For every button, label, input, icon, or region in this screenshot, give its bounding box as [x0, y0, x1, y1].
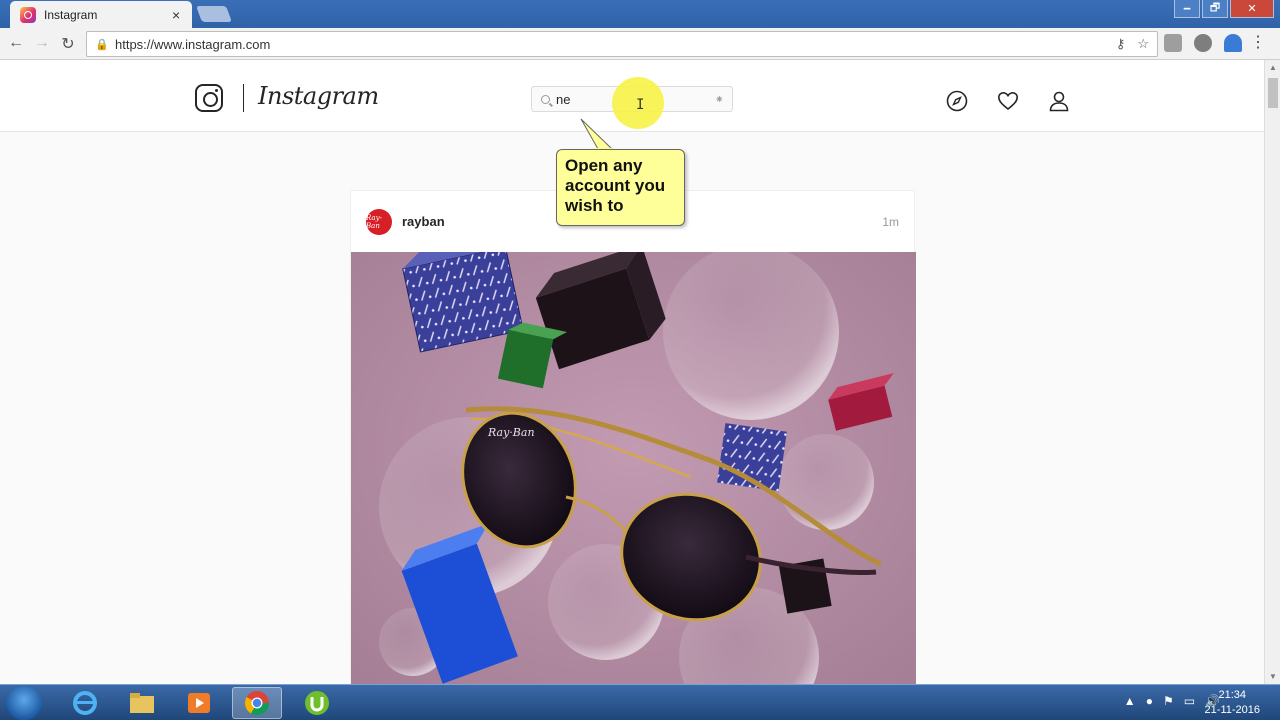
tab-close-icon[interactable]: ×: [172, 7, 180, 23]
system-clock[interactable]: 21:34 21-11-2016: [1205, 688, 1260, 718]
key-icon[interactable]: ⚷: [1116, 36, 1126, 52]
clock-time: 21:34: [1218, 689, 1247, 701]
forward-arrow-icon[interactable]: →: [32, 34, 52, 52]
instagram-page: Instagram ⁕ I Ray-Ban rayban 1m: [0, 60, 1264, 684]
show-hidden-icons-icon[interactable]: ▲: [1124, 694, 1136, 708]
address-bar[interactable]: 🔒 https://www.instagram.com ⚷ ☆: [86, 31, 1158, 57]
secure-lock-icon: 🔒: [95, 38, 109, 51]
close-window-button[interactable]: ✕: [1230, 0, 1274, 18]
instagram-logo-icon[interactable]: [195, 84, 223, 112]
instagram-favicon-icon: [20, 6, 36, 23]
browser-toolbar: ← → ↻ 🔒 https://www.instagram.com ⚷ ☆ ⋮: [0, 28, 1280, 60]
extension-icon[interactable]: [1164, 34, 1182, 52]
browser-menu-icon[interactable]: ⋮: [1250, 35, 1266, 51]
minimize-button[interactable]: 🗕: [1174, 0, 1200, 18]
search-icon: [541, 94, 550, 104]
utorrent-icon[interactable]: [292, 687, 342, 719]
extension-icon[interactable]: [1194, 34, 1212, 52]
display-icon[interactable]: ▭: [1184, 694, 1195, 708]
scroll-up-arrow-icon[interactable]: ▲: [1265, 63, 1280, 72]
logo-divider: [243, 84, 244, 112]
windows-taskbar: ▲ ● ⚑ ▭ 🔊 21:34 21-11-2016: [0, 684, 1280, 720]
reload-icon[interactable]: ↻: [58, 34, 78, 54]
browser-title-bar: Instagram × 🗕 🗗 ✕: [0, 0, 1280, 28]
action-center-flag-icon[interactable]: ⚑: [1163, 694, 1174, 708]
internet-explorer-icon[interactable]: [60, 687, 110, 719]
back-arrow-icon[interactable]: ←: [6, 34, 26, 52]
loading-spinner-icon: ⁕: [714, 94, 724, 106]
post-card: Ray-Ban rayban 1m Ray·Ban: [350, 190, 916, 684]
profile-icon[interactable]: [1048, 90, 1070, 112]
extension-icon[interactable]: [1224, 34, 1242, 52]
network-status-icon[interactable]: ●: [1146, 694, 1153, 708]
post-username[interactable]: rayban: [402, 214, 445, 229]
scroll-down-arrow-icon[interactable]: ▼: [1265, 672, 1280, 681]
instagram-header: Instagram ⁕ I: [0, 60, 1264, 132]
scroll-thumb[interactable]: [1268, 78, 1278, 108]
browser-tab[interactable]: Instagram ×: [10, 1, 192, 28]
start-button[interactable]: [6, 686, 42, 720]
tutorial-callout: Open any account you wish to: [556, 149, 685, 226]
instagram-wordmark[interactable]: Instagram: [258, 82, 379, 110]
post-image[interactable]: Ray·Ban: [351, 252, 916, 684]
bookmark-star-icon[interactable]: ☆: [1137, 36, 1149, 52]
compass-icon[interactable]: [946, 90, 968, 112]
clock-date: 21-11-2016: [1204, 704, 1260, 716]
text-cursor-icon: I: [636, 97, 645, 113]
new-tab-button[interactable]: [196, 6, 232, 22]
media-player-icon[interactable]: [174, 687, 224, 719]
avatar[interactable]: Ray-Ban: [366, 208, 392, 235]
page-scrollbar[interactable]: ▲ ▼: [1264, 60, 1280, 684]
tab-title: Instagram: [44, 7, 98, 22]
post-timestamp[interactable]: 1m: [882, 215, 899, 229]
chrome-icon[interactable]: [232, 687, 282, 719]
file-explorer-icon[interactable]: [117, 687, 167, 719]
svg-text:Ray·Ban: Ray·Ban: [487, 426, 535, 439]
window-controls: 🗕 🗗 ✕: [1174, 0, 1274, 18]
heart-icon[interactable]: [997, 90, 1019, 112]
address-url: https://www.instagram.com: [115, 36, 271, 52]
rayban-sunglasses-image: Ray·Ban: [351, 252, 916, 684]
restore-button[interactable]: 🗗: [1202, 0, 1228, 18]
